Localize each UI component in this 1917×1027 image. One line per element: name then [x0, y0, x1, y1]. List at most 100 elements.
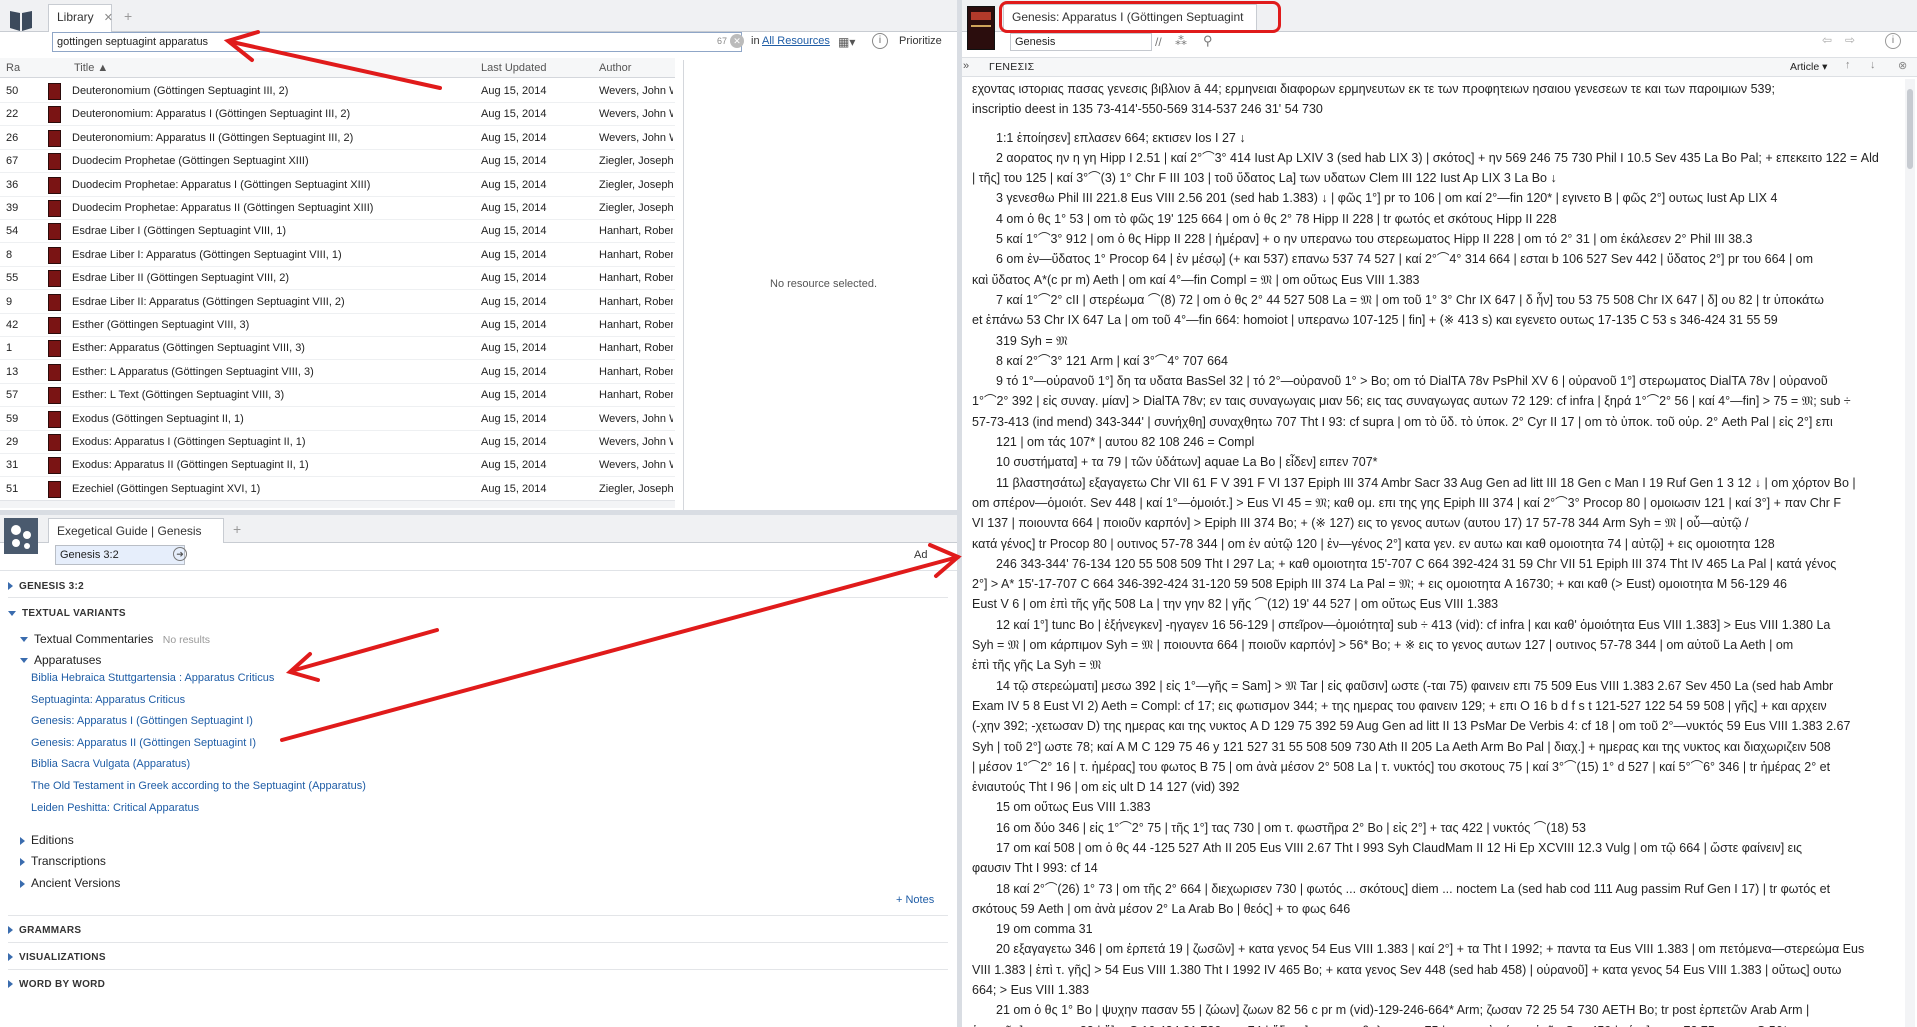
- book-cover-icon: [48, 270, 61, 288]
- grid-view-icon[interactable]: ▦▾: [838, 35, 855, 49]
- tab-exegetical-guide[interactable]: Exegetical Guide | Genesis 3:2✕: [48, 518, 224, 562]
- row-author: Wevers, John W: [599, 108, 673, 121]
- apparatus-link[interactable]: Septuaginta: Apparatus Criticus: [31, 694, 185, 706]
- back-arrow-icon[interactable]: ⇦: [1822, 33, 1832, 47]
- apparatus-line: inscriptio deest in 135 73-414'-550-569 …: [972, 102, 1323, 117]
- down-arrow-icon[interactable]: ↓: [1870, 59, 1876, 71]
- apparatus-line: et ἐπάνω 53 Chr IX 647 La | om τοῦ 4°—fi…: [972, 313, 1778, 328]
- apparatus-line: 8 καί 2°⌒3° 121 Arm | καί 3°⌒4° 707 664: [996, 353, 1228, 368]
- apparatus-line: om σπέρον—ὁμοιότ. Sev 448 | καί 1°—ὁμοιό…: [972, 495, 1842, 510]
- add-button[interactable]: Ad: [914, 549, 927, 561]
- guide-toolbar-rule: [0, 570, 957, 571]
- apparatus-line: 4 om ὁ θς 1° 53 | om τὸ φῶς 19' 125 664 …: [996, 211, 1557, 226]
- table-row[interactable]: 55 Esdrae Liber II (Göttingen Septuagint …: [0, 267, 675, 291]
- section-visualizations[interactable]: VISUALIZATIONS: [8, 952, 106, 963]
- apparatus-line: 7 καί 1°⌒2° cII | στερέωμα ⌒(8) 72 | om …: [996, 292, 1824, 307]
- table-row[interactable]: 67 Duodecim Prophetae (Göttingen Septuagi…: [0, 150, 675, 174]
- collapse-icon: [20, 637, 28, 643]
- apparatus-link[interactable]: Leiden Peshitta: Critical Apparatus: [31, 802, 199, 814]
- library-app-icon[interactable]: [8, 7, 34, 33]
- table-row[interactable]: 1 Esther: Apparatus (Göttingen Septuagint…: [0, 337, 675, 361]
- editions-group[interactable]: Editions: [20, 833, 74, 847]
- row-updated: Aug 15, 2014: [481, 389, 547, 402]
- row-updated: Aug 15, 2014: [481, 178, 547, 191]
- row-author: Hanhart, Rober: [599, 342, 673, 355]
- apparatus-link[interactable]: Biblia Hebraica Stuttgartensia : Apparat…: [31, 672, 274, 684]
- reader-reference-input[interactable]: [1010, 33, 1152, 51]
- close-panel-icon[interactable]: ⊗: [1898, 59, 1907, 72]
- ancient-versions-group[interactable]: Ancient Versions: [20, 876, 120, 890]
- go-arrow-icon[interactable]: ➜: [173, 547, 187, 561]
- forward-arrow-icon[interactable]: ⇨: [1845, 33, 1855, 47]
- row-title: Esther (Göttingen Septuagint VIII, 3): [72, 319, 250, 331]
- section-grammars[interactable]: GRAMMARS: [8, 925, 81, 936]
- section-word-by-word[interactable]: WORD BY WORD: [8, 979, 105, 990]
- search-icon[interactable]: ⚲: [1203, 33, 1213, 49]
- table-row[interactable]: 9 Esdrae Liber II: Apparatus (Göttingen S…: [0, 291, 675, 314]
- vertical-splitter[interactable]: [957, 0, 962, 1027]
- table-row[interactable]: 42 Esther (Göttingen Septuagint VIII, 3) A…: [0, 314, 675, 337]
- table-row[interactable]: 54 Esdrae Liber I (Göttingen Septuagint V…: [0, 220, 675, 244]
- apparatus-link[interactable]: Genesis: Apparatus I (Göttingen Septuagi…: [31, 715, 253, 727]
- row-rating: 31: [6, 459, 19, 472]
- reader-scrollbar[interactable]: [1905, 79, 1915, 1027]
- row-rating: 51: [6, 482, 19, 495]
- in-label: in: [751, 35, 760, 47]
- apparatus-link[interactable]: The Old Testament in Greek according to …: [31, 780, 366, 792]
- apparatus-line: 1:1 ἐποίησεν] επλασεν 664; εκτισεν Ios I…: [996, 130, 1246, 145]
- transcriptions-group[interactable]: Transcriptions: [20, 854, 106, 868]
- table-row[interactable]: 13 Esther: L Apparatus (Göttingen Septuag…: [0, 361, 675, 384]
- view-dropdown[interactable]: Article ▾: [1790, 61, 1827, 73]
- expand-icon: [20, 857, 25, 866]
- row-updated: Aug 15, 2014: [481, 248, 547, 261]
- textual-commentaries-group[interactable]: Textual Commentaries No results: [20, 632, 210, 646]
- table-row[interactable]: 36 Duodecim Prophetae: Apparatus I (Götti…: [0, 174, 675, 197]
- guide-reference-input[interactable]: [55, 545, 185, 565]
- apparatus-line: VIII 1.383 | ἐπὶ τ. γῆς] > 54 Eus VIII 1…: [972, 962, 1842, 977]
- table-row[interactable]: 31 Exodus: Apparatus II (Göttingen Septua…: [0, 454, 675, 478]
- collapse-panel-icon[interactable]: »: [963, 60, 969, 72]
- guide-app-icon[interactable]: [4, 518, 38, 554]
- prioritize-button[interactable]: Prioritize: [899, 35, 942, 47]
- apparatuses-group[interactable]: Apparatuses: [20, 653, 101, 667]
- apparatus-line: κατά γένος] tr Procop 80 | ουτινος 57-78…: [972, 536, 1775, 551]
- col-updated[interactable]: Last Updated: [481, 62, 546, 74]
- section-genesis[interactable]: GENESIS 3:2: [8, 581, 84, 592]
- table-row[interactable]: 29 Exodus: Apparatus I (Göttingen Septuag…: [0, 431, 675, 454]
- close-icon[interactable]: ✕: [104, 12, 113, 24]
- info-icon[interactable]: i: [1885, 33, 1901, 49]
- add-tab-icon[interactable]: +: [233, 521, 241, 537]
- row-author: Hanhart, Rober: [599, 319, 673, 331]
- col-author[interactable]: Author: [599, 62, 631, 74]
- table-row[interactable]: 39 Duodecim Prophetae: Apparatus II (Gött…: [0, 197, 675, 220]
- add-tab-icon[interactable]: +: [124, 8, 132, 24]
- table-row[interactable]: 59 Exodus (Göttingen Septuagint II, 1) Aug…: [0, 408, 675, 431]
- table-row[interactable]: 8 Esdrae Liber I: Apparatus (Göttingen Se…: [0, 244, 675, 267]
- table-row[interactable]: 26 Deuteronomium: Apparatus II (Göttingen…: [0, 127, 675, 150]
- apparatus-line: 57-73-413 (ind mend) 343-344' | συνήχθη]…: [972, 414, 1833, 429]
- library-scrollbar[interactable]: [0, 500, 675, 508]
- apparatus-link[interactable]: Biblia Sacra Vulgata (Apparatus): [31, 758, 190, 770]
- section-textual-variants[interactable]: TEXTUAL VARIANTS: [8, 608, 126, 619]
- table-row[interactable]: 57 Esther: L Text (Göttingen Septuagint V…: [0, 384, 675, 408]
- up-arrow-icon[interactable]: ↑: [1845, 59, 1851, 71]
- col-title[interactable]: Title ▲: [74, 62, 108, 74]
- table-row[interactable]: 22 Deuteronomium: Apparatus I (Göttingen …: [0, 103, 675, 127]
- book-cover-icon[interactable]: [967, 6, 995, 50]
- table-row[interactable]: 50 Deuteronomium (Göttingen Septuagint II…: [0, 80, 675, 103]
- tab-library[interactable]: Library ✕: [48, 4, 113, 32]
- parallel-icon[interactable]: //: [1155, 35, 1162, 49]
- apparatus-line: φαυσιν Tht I 993: cf 14: [972, 861, 1098, 876]
- add-notes-link[interactable]: + Notes: [896, 894, 934, 906]
- visual-filter-icon[interactable]: ⁂: [1175, 34, 1187, 48]
- info-icon[interactable]: i: [872, 33, 888, 49]
- book-cover-icon: [48, 106, 61, 124]
- table-row[interactable]: 51 Ezechiel (Göttingen Septuagint XVI, 1)…: [0, 478, 675, 501]
- apparatus-line: 246 343-344' 76-134 120 55 508 509 Tht I…: [996, 556, 1837, 571]
- all-resources-link[interactable]: All Resources: [762, 35, 830, 47]
- col-rating[interactable]: Ra: [6, 62, 20, 74]
- row-title: Deuteronomium (Göttingen Septuagint III,…: [72, 85, 289, 97]
- clear-search-icon[interactable]: ✕: [730, 34, 744, 48]
- apparatus-link[interactable]: Genesis: Apparatus II (Göttingen Septuag…: [31, 737, 256, 749]
- library-search-input[interactable]: [52, 32, 742, 52]
